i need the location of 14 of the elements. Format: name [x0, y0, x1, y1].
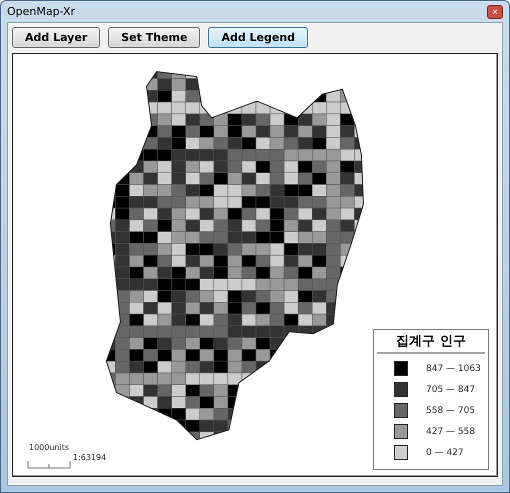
legend-label: 427 — 558: [426, 426, 476, 436]
legend-label: 847 — 1063: [426, 364, 481, 374]
scale-distance: 1000units: [29, 443, 70, 452]
close-button[interactable]: ×: [487, 4, 503, 18]
legend-label: 558 — 705: [426, 406, 476, 416]
scale-bar-icon: [27, 461, 71, 469]
legend-label: 705 — 847: [426, 384, 476, 394]
legend-label: 0 — 427: [426, 448, 464, 458]
toolbar-button[interactable]: Add Legend: [208, 27, 308, 48]
window-title: OpenMap-Xr: [7, 5, 76, 18]
toolbar-button[interactable]: Set Theme: [108, 27, 200, 48]
toolbar-button[interactable]: Add Layer: [12, 27, 100, 48]
scale-ratio: 1:63194: [73, 453, 106, 462]
legend-title: 집계구 인구: [377, 332, 485, 354]
